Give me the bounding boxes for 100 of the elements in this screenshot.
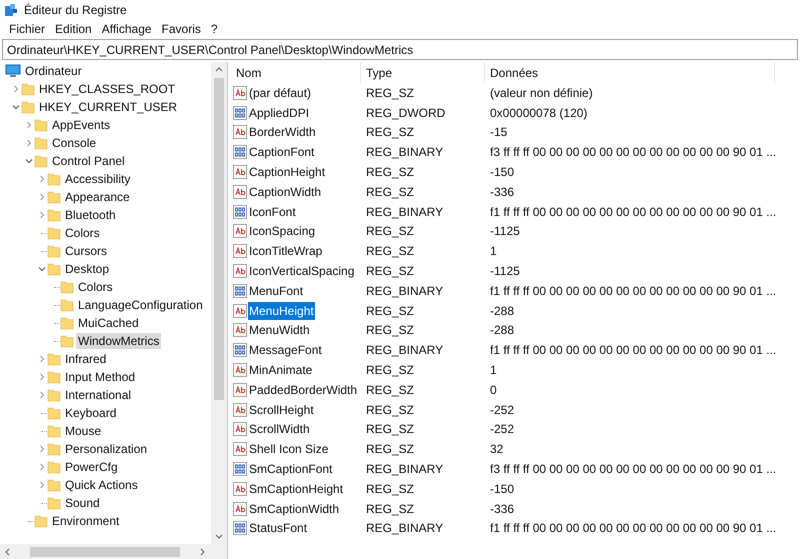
chevron-right-icon[interactable]	[38, 355, 46, 363]
value-type: REG_BINARY	[365, 520, 444, 538]
tree-item[interactable]: Input Method	[63, 369, 138, 385]
value-name[interactable]: CaptionWidth	[248, 182, 322, 201]
tree-item[interactable]: Infrared	[63, 351, 108, 367]
tree-item[interactable]: Sound	[63, 495, 102, 511]
tree-item[interactable]: Appearance	[63, 189, 132, 205]
value-name[interactable]: IconSpacing	[248, 222, 316, 240]
chevron-down-icon[interactable]	[25, 157, 33, 165]
tree-item[interactable]: PowerCfg	[63, 459, 120, 475]
chevron-right-icon[interactable]	[25, 121, 33, 129]
scroll-thumb[interactable]	[214, 78, 224, 400]
vertical-scrollbar[interactable]	[211, 62, 227, 544]
value-type: REG_SZ	[365, 382, 416, 399]
value-name[interactable]: BorderWidth	[248, 123, 317, 142]
tree-item[interactable]: HKEY_CLASSES_ROOT	[37, 81, 178, 97]
chevron-right-icon[interactable]	[38, 373, 46, 381]
tree-item[interactable]: Accessibility	[63, 171, 132, 187]
value-name[interactable]: IconTitleWrap	[248, 242, 324, 260]
tree-item[interactable]: International	[63, 387, 134, 403]
tree-item[interactable]: Ordinateur	[23, 63, 84, 79]
value-name[interactable]: SmCaptionFont	[248, 460, 334, 478]
scroll-down-icon[interactable]	[215, 534, 223, 540]
folder-icon	[60, 298, 74, 312]
tree-item[interactable]: Personalization	[63, 441, 150, 457]
tree-item[interactable]: Keyboard	[63, 405, 118, 421]
value-name[interactable]: MenuFont	[248, 282, 304, 300]
tree-item[interactable]: Quick Actions	[63, 477, 140, 493]
folder-icon	[47, 370, 61, 384]
column-header[interactable]: Données	[485, 62, 775, 83]
chevron-right-icon[interactable]	[38, 391, 46, 399]
tree-item[interactable]: MuiCached	[76, 315, 141, 331]
scroll-thumb[interactable]	[30, 546, 180, 556]
tree-item[interactable]: Colors	[63, 225, 102, 241]
string-value-icon	[233, 264, 247, 278]
chevron-down-icon[interactable]	[38, 265, 46, 273]
value-name[interactable]: MessageFont	[248, 341, 323, 360]
folder-icon	[21, 82, 35, 96]
tree-item[interactable]: Cursors	[63, 243, 110, 259]
chevron-right-icon[interactable]	[38, 175, 46, 183]
menu-item[interactable]: Favoris	[156, 19, 206, 38]
binary-value-icon	[233, 284, 247, 298]
tree-item[interactable]: WindowMetrics	[76, 333, 162, 349]
value-name[interactable]: StatusFont	[248, 519, 308, 538]
chevron-right-icon[interactable]	[38, 445, 46, 453]
scroll-up-icon[interactable]	[215, 66, 223, 72]
tree-item[interactable]: Bluetooth	[63, 207, 118, 223]
value-data: -252	[489, 421, 514, 438]
tree-item[interactable]: Desktop	[63, 261, 112, 277]
menu-item[interactable]: ?	[206, 19, 223, 38]
value-type: REG_SZ	[365, 362, 416, 380]
value-data: (valeur non définie)	[489, 84, 593, 102]
menu-item[interactable]: Fichier	[4, 19, 50, 38]
value-data: -336	[489, 500, 514, 518]
folder-icon	[34, 154, 48, 168]
value-name[interactable]: (par défaut)	[248, 84, 312, 102]
column-header[interactable]: Nom	[231, 62, 361, 83]
chevron-down-icon[interactable]	[12, 103, 20, 111]
value-name[interactable]: SmCaptionHeight	[248, 480, 344, 498]
horizontal-scrollbar[interactable]	[0, 544, 227, 559]
tree-item[interactable]: AppEvents	[50, 117, 112, 133]
chevron-right-icon[interactable]	[38, 211, 46, 219]
value-name[interactable]: SmCaptionWidth	[248, 500, 340, 518]
address-bar[interactable]: Ordinateur\HKEY_CURRENT_USER\Control Panel\Desktop\WindowMetrics	[2, 39, 798, 60]
tree-item[interactable]: LanguageConfiguration	[76, 297, 205, 313]
chevron-right-icon[interactable]	[38, 481, 46, 489]
value-name[interactable]: ScrollHeight	[248, 400, 315, 419]
value-name[interactable]: CaptionHeight	[248, 163, 326, 182]
tree-item[interactable]: Colors	[76, 279, 115, 295]
string-value-icon	[233, 125, 247, 140]
value-name[interactable]: ScrollWidth	[248, 420, 311, 438]
value-name[interactable]: MenuWidth	[248, 321, 311, 340]
value-data: 0	[489, 382, 497, 399]
value-name[interactable]: MinAnimate	[248, 361, 314, 380]
value-type: REG_BINARY	[365, 204, 444, 221]
chevron-right-icon[interactable]	[25, 139, 33, 147]
string-value-icon	[233, 382, 247, 397]
tree-item[interactable]: Mouse	[63, 423, 104, 439]
tree-item[interactable]: HKEY_CURRENT_USER	[37, 99, 180, 115]
value-name[interactable]: PaddedBorderWidth	[248, 380, 358, 399]
value-name[interactable]: MenuHeight	[248, 302, 315, 320]
folder-icon	[47, 226, 61, 240]
chevron-right-icon[interactable]	[12, 85, 20, 93]
column-header[interactable]: Type	[361, 62, 485, 83]
tree-item[interactable]: Console	[50, 135, 98, 151]
chevron-right-icon[interactable]	[38, 463, 46, 471]
menu-item[interactable]: Affichage	[96, 19, 157, 38]
value-data: -150	[489, 164, 514, 182]
chevron-right-icon[interactable]	[38, 193, 46, 201]
scroll-left-icon[interactable]	[4, 548, 10, 556]
scroll-right-icon[interactable]	[200, 548, 206, 556]
menu-item[interactable]: Edition	[50, 19, 97, 38]
value-data: -288	[489, 322, 514, 340]
value-name[interactable]: CaptionFont	[248, 143, 316, 162]
value-name[interactable]: AppliedDPI	[248, 104, 310, 122]
tree-item[interactable]: Environment	[50, 513, 122, 529]
tree-item[interactable]: Control Panel	[50, 153, 127, 169]
value-name[interactable]: IconVerticalSpacing	[248, 262, 356, 280]
value-name[interactable]: Shell Icon Size	[248, 440, 330, 458]
value-name[interactable]: IconFont	[248, 202, 297, 221]
